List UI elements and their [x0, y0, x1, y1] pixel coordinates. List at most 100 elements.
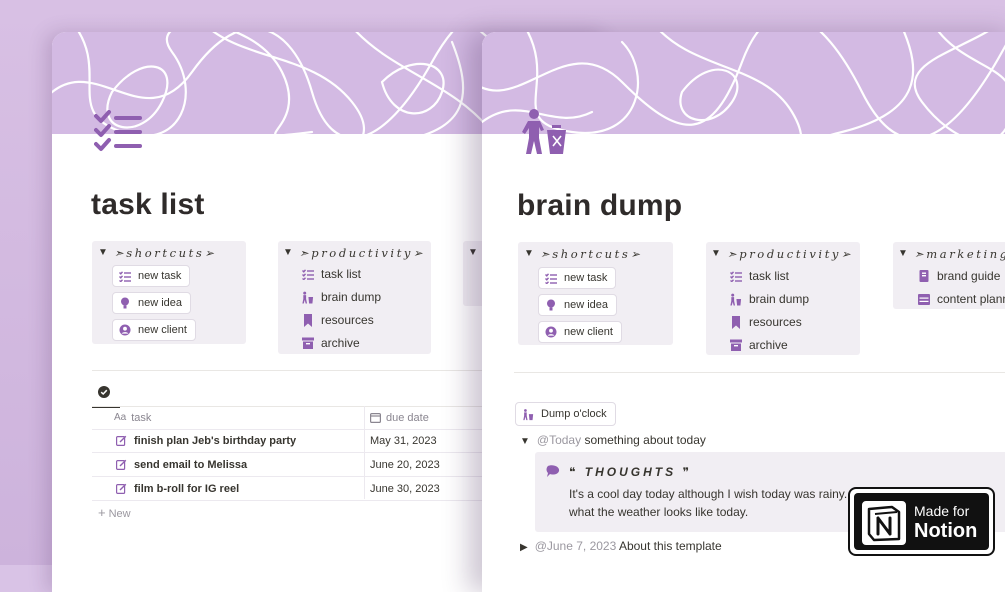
entry-today[interactable]: ▼ @Today something about today: [520, 433, 706, 447]
content-planner-link[interactable]: content plann: [917, 292, 1005, 306]
brand-guide-link[interactable]: brand guide: [917, 269, 1000, 283]
callout-heading: ➣productivity➢: [299, 246, 426, 260]
resources-link[interactable]: resources: [301, 313, 374, 327]
link-label: brain dump: [749, 292, 810, 306]
brain-dump-link[interactable]: brain dump: [729, 292, 809, 306]
archive-link[interactable]: archive: [729, 338, 788, 352]
shortcuts-callout: ▼ ➣shortcuts➢ new task new idea new clie…: [518, 242, 673, 345]
link-label: brain dump: [321, 290, 382, 304]
lightbulb-icon: [119, 297, 131, 309]
toggle-triangle-icon[interactable]: ▼: [524, 248, 534, 259]
entry-june-7[interactable]: ▶ @June 7, 2023 About this template: [520, 539, 722, 553]
task-cell[interactable]: film b-roll for IG reel: [116, 477, 239, 500]
task-cell[interactable]: send email to Melissa: [116, 453, 247, 476]
new-idea-button[interactable]: new idea: [538, 294, 618, 316]
trash-person-icon: [520, 108, 568, 159]
new-task-button[interactable]: new task: [112, 265, 191, 287]
task-list-link[interactable]: task list: [301, 267, 361, 281]
task-name: film b-roll for IG reel: [134, 482, 240, 495]
task-column-header[interactable]: Aa task: [114, 406, 151, 429]
table-icon: [917, 293, 930, 306]
task-list-link[interactable]: task list: [729, 269, 789, 283]
checklist-icon: [301, 268, 314, 281]
link-label: resources: [321, 313, 374, 327]
task-name: send email to Melissa: [134, 458, 248, 471]
callout-heading: ➣shortcuts➢: [540, 247, 643, 261]
entry-text: About this template: [618, 539, 722, 553]
toggle-triangle-icon[interactable]: ▼: [468, 247, 478, 258]
notion-logo-icon: [862, 501, 906, 545]
made-for-notion-badge: Made for Notion: [850, 489, 993, 554]
resources-link[interactable]: resources: [729, 315, 802, 329]
new-idea-button[interactable]: new idea: [112, 292, 192, 314]
user-circle-icon: [545, 326, 557, 338]
toggle-triangle-icon[interactable]: ▶: [520, 542, 528, 553]
calendar-icon: [370, 413, 381, 423]
entry-date[interactable]: @June 7, 2023: [535, 539, 617, 553]
archive-icon: [729, 339, 742, 352]
new-client-button[interactable]: new client: [538, 321, 622, 343]
productivity-callout: ▼ ➣productivity➢ task list brain dump re…: [706, 242, 860, 355]
chip-label: new task: [564, 272, 608, 284]
check-circle-icon: [98, 386, 110, 398]
new-client-button[interactable]: new client: [112, 319, 196, 341]
trash-person-icon: [301, 291, 314, 304]
chip-label: new idea: [138, 297, 183, 309]
productivity-callout: ▼ ➣productivity➢ task list brain dump re…: [278, 241, 431, 354]
checklist-icon: [545, 272, 557, 284]
due-date-column-header[interactable]: due date: [370, 406, 429, 429]
badge-body: Made for Notion: [854, 493, 989, 550]
thoughts-heading: ❝ THOUGHTS ❞: [569, 465, 692, 479]
edit-icon: [116, 435, 127, 446]
column-label: task: [131, 411, 152, 424]
toggle-triangle-icon[interactable]: ▼: [711, 248, 721, 259]
link-label: brand guide: [937, 269, 1001, 283]
chip-label: new task: [138, 270, 182, 282]
marketing-callout: ▼ ➣marketing brand guide content plann: [893, 242, 1005, 309]
archive-link[interactable]: archive: [301, 336, 360, 350]
new-row-button[interactable]: + New: [98, 505, 131, 520]
bookmark-icon: [729, 315, 742, 329]
user-circle-icon: [119, 324, 131, 336]
section-divider: [514, 372, 1005, 373]
toggle-triangle-icon[interactable]: ▼: [898, 248, 908, 259]
trash-person-icon: [522, 408, 534, 420]
toggle-triangle-icon[interactable]: ▼: [283, 247, 293, 258]
checklist-icon: [119, 270, 131, 282]
button-label: Dump o'clock: [541, 408, 607, 420]
due-date-cell[interactable]: June 20, 2023: [370, 453, 440, 476]
link-label: archive: [321, 336, 360, 350]
book-icon: [917, 270, 930, 283]
dump-oclock-button[interactable]: Dump o'clock: [515, 402, 616, 426]
trash-person-icon: [729, 293, 742, 306]
task-name: finish plan Jeb's birthday party: [134, 434, 297, 447]
edit-icon: [116, 459, 127, 470]
archive-icon: [301, 337, 314, 350]
link-label: content plann: [937, 292, 1005, 306]
thought-bubble-icon: [546, 465, 560, 477]
shortcuts-callout: ▼ ➣shortcuts➢ new task new idea new clie…: [92, 241, 246, 344]
edit-icon: [116, 483, 127, 494]
bookmark-icon: [301, 313, 314, 327]
callout-heading: ➣marketing: [914, 247, 1005, 261]
database-view-tab[interactable]: [92, 382, 120, 408]
text-aa-icon: Aa: [114, 412, 127, 423]
callout-heading: ➣shortcuts➢: [114, 246, 217, 260]
plus-icon: +: [98, 505, 106, 520]
brain-dump-link[interactable]: brain dump: [301, 290, 381, 304]
link-label: archive: [749, 338, 788, 352]
thoughts-line-1: It's a cool day today although I wish to…: [569, 487, 867, 501]
link-label: task list: [321, 267, 362, 281]
toggle-triangle-icon[interactable]: ▼: [98, 247, 108, 258]
lightbulb-icon: [545, 299, 557, 311]
task-cell[interactable]: finish plan Jeb's birthday party: [116, 429, 296, 452]
entry-date[interactable]: @Today: [537, 433, 581, 447]
column-label: due date: [386, 411, 429, 424]
page-title: brain dump: [517, 189, 683, 222]
toggle-triangle-icon[interactable]: ▼: [520, 436, 530, 447]
checklist-icon: [729, 270, 742, 283]
callout-heading: ➣productivity➢: [727, 247, 854, 261]
due-date-cell[interactable]: June 30, 2023: [370, 477, 440, 500]
new-task-button[interactable]: new task: [538, 267, 617, 289]
due-date-cell[interactable]: May 31, 2023: [370, 429, 437, 452]
